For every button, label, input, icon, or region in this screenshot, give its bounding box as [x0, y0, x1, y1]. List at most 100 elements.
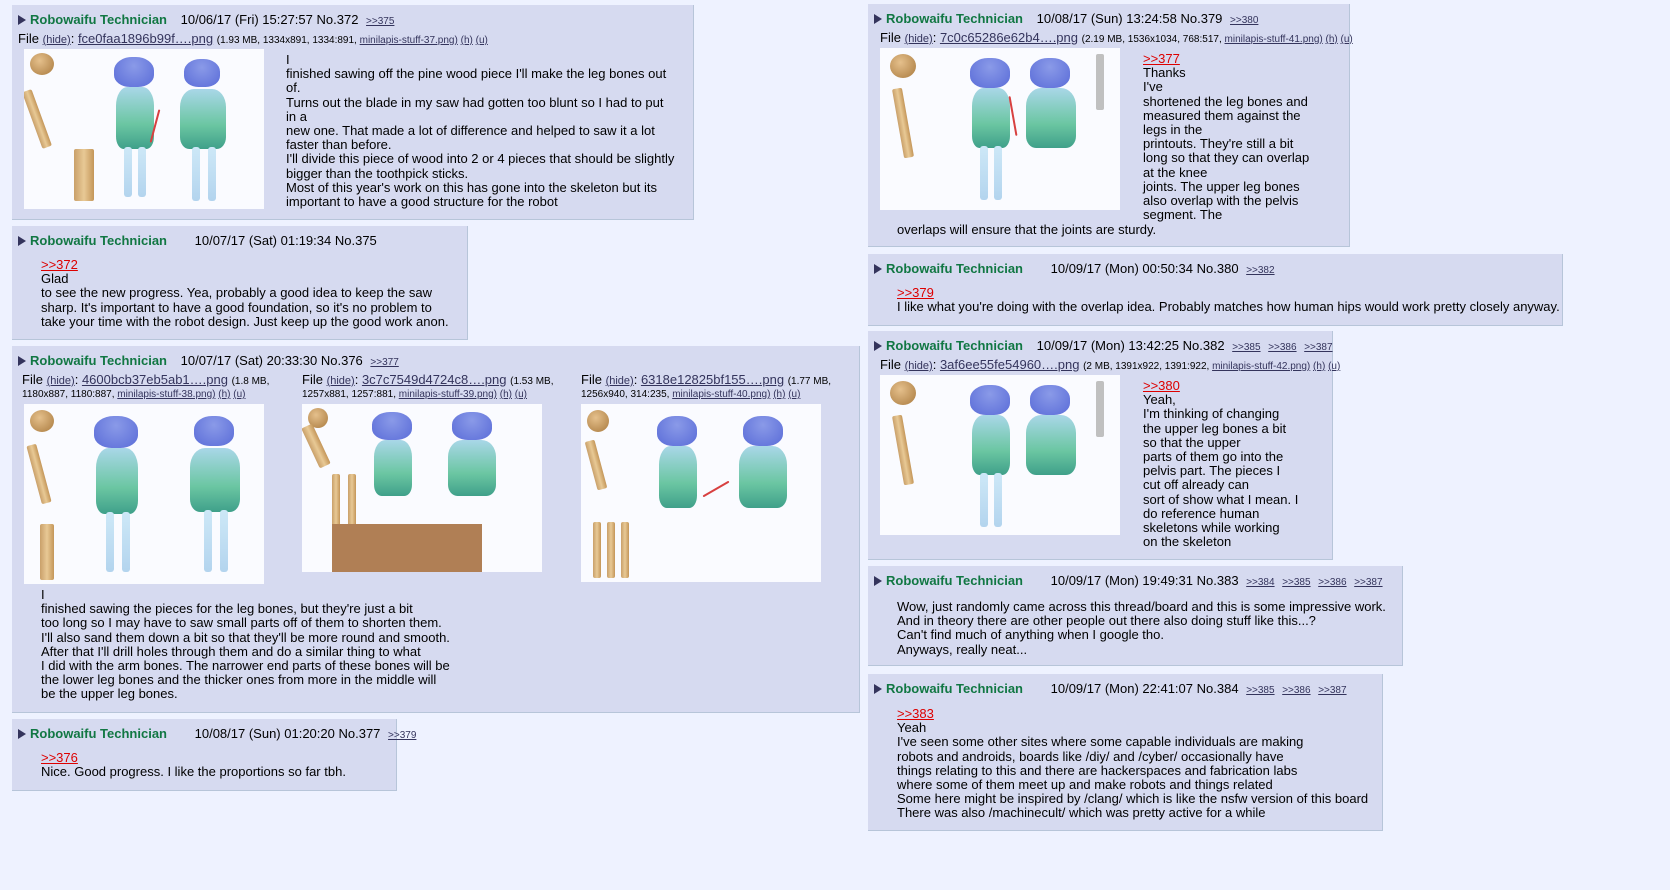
post-menu-arrow-icon[interactable]: [874, 264, 882, 274]
u-link[interactable]: (u): [515, 389, 527, 400]
u-link[interactable]: (u): [1328, 361, 1340, 372]
hide-file-link[interactable]: (hide): [43, 34, 71, 46]
image-thumbnail[interactable]: [880, 375, 1120, 535]
poster-name: Robowaifu Technician: [886, 338, 1023, 353]
post-date: 10/07/17 (Sat) 20:33:30: [180, 353, 318, 368]
post-number[interactable]: No.383: [1197, 573, 1239, 588]
hide-file-link[interactable]: (hide): [606, 375, 634, 387]
backlink[interactable]: >>380: [1230, 15, 1258, 26]
image-thumbnail[interactable]: [302, 404, 542, 572]
h-link[interactable]: (h): [500, 389, 512, 400]
hide-file-link[interactable]: (hide): [905, 33, 933, 45]
post-menu-arrow-icon[interactable]: [874, 341, 882, 351]
wood-head-icon: [30, 53, 54, 75]
post-375: Robowaifu Technician 10/07/17 (Sat) 01:1…: [12, 226, 468, 340]
backlink[interactable]: >>377: [370, 357, 398, 368]
u-link[interactable]: (u): [1341, 34, 1353, 45]
post-date: 10/06/17 (Fri) 15:27:57: [180, 12, 313, 27]
h-link[interactable]: (h): [218, 389, 230, 400]
post-message: I finished sawing off the pine wood piec…: [286, 52, 675, 210]
backlink[interactable]: >>379: [388, 730, 416, 741]
post-date: 10/09/17 (Mon) 19:49:31: [1050, 573, 1194, 588]
backlink[interactable]: >>387: [1318, 685, 1346, 696]
file-meta: (1.93 MB, 1334x891, 1334:891, minilapis-…: [216, 35, 488, 46]
post-menu-arrow-icon[interactable]: [18, 15, 26, 25]
post-header: Robowaifu Technician 10/08/17 (Sun) 13:2…: [874, 10, 1339, 28]
h-link[interactable]: (h): [773, 389, 785, 400]
h-link[interactable]: (h): [1326, 34, 1338, 45]
post-number[interactable]: No.375: [335, 233, 377, 248]
image-thumbnail[interactable]: [24, 404, 264, 584]
post-date: 10/09/17 (Mon) 13:42:25: [1036, 338, 1180, 353]
original-filename-link[interactable]: minilapis-stuff-41.png): [1225, 34, 1323, 45]
post-date: 10/09/17 (Mon) 22:41:07: [1050, 681, 1194, 696]
file-link[interactable]: 6318e12825bf155….png: [641, 372, 784, 387]
original-filename-link[interactable]: minilapis-stuff-40.png): [672, 389, 770, 400]
file-link[interactable]: 3c7c7549d4724c8….png: [362, 372, 507, 387]
poster-name: Robowaifu Technician: [30, 12, 167, 27]
poster-name: Robowaifu Technician: [886, 11, 1023, 26]
post-number[interactable]: No.384: [1197, 681, 1239, 696]
u-link[interactable]: (u): [476, 35, 488, 46]
post-number[interactable]: No.382: [1183, 338, 1225, 353]
poster-name: Robowaifu Technician: [886, 573, 1023, 588]
post-372: Robowaifu Technician 10/06/17 (Fri) 15:2…: [12, 5, 694, 220]
u-link[interactable]: (u): [788, 389, 800, 400]
backlink[interactable]: >>386: [1282, 685, 1310, 696]
file-info: File (hide): 7c0c65286e62b4….png (2.19 M…: [880, 30, 1353, 45]
backlink[interactable]: >>385: [1232, 342, 1260, 353]
h-link[interactable]: (h): [461, 35, 473, 46]
hide-file-link[interactable]: (hide): [47, 375, 75, 387]
file-link[interactable]: fce0faa1896b99f….png: [78, 31, 213, 46]
image-thumbnail[interactable]: [24, 49, 264, 209]
file-link[interactable]: 4600bcb37eb5ab1….png: [82, 372, 228, 387]
original-filename-link[interactable]: minilapis-stuff-39.png): [399, 389, 497, 400]
post-menu-arrow-icon[interactable]: [874, 14, 882, 24]
u-link[interactable]: (u): [233, 389, 245, 400]
image-thumbnail[interactable]: [581, 404, 821, 582]
file-link[interactable]: 7c0c65286e62b4….png: [940, 30, 1078, 45]
backlink[interactable]: >>385: [1246, 685, 1274, 696]
post-header: Robowaifu Technician 10/09/17 (Mon) 13:4…: [874, 337, 1333, 355]
quote-link[interactable]: >>383: [897, 706, 1368, 721]
quote-link[interactable]: >>372: [41, 257, 449, 272]
file-info: File (hide): 4600bcb37eb5ab1….png (1.8 M…: [22, 372, 270, 400]
post-number[interactable]: No.372: [317, 12, 359, 27]
post-menu-arrow-icon[interactable]: [18, 236, 26, 246]
original-filename-link[interactable]: minilapis-stuff-38.png): [117, 389, 215, 400]
post-number[interactable]: No.379: [1180, 11, 1222, 26]
hide-file-link[interactable]: (hide): [327, 375, 355, 387]
backlink[interactable]: >>387: [1304, 342, 1332, 353]
h-link[interactable]: (h): [1313, 361, 1325, 372]
image-thumbnail[interactable]: [880, 48, 1120, 210]
post-menu-arrow-icon[interactable]: [18, 729, 26, 739]
post-number[interactable]: No.380: [1197, 261, 1239, 276]
post-menu-arrow-icon[interactable]: [18, 356, 26, 366]
post-menu-arrow-icon[interactable]: [874, 576, 882, 586]
post-message: >>380 Yeah, I'm thinking of changing the …: [1143, 378, 1299, 550]
hide-file-link[interactable]: (hide): [905, 360, 933, 372]
backlink[interactable]: >>385: [1282, 577, 1310, 588]
file-info: File (hide): 3af6ee55fe54960….png (2 MB,…: [880, 357, 1341, 372]
original-filename-link[interactable]: minilapis-stuff-37.png): [360, 35, 458, 46]
original-filename-link[interactable]: minilapis-stuff-42.png): [1212, 361, 1310, 372]
post-menu-arrow-icon[interactable]: [874, 684, 882, 694]
backlink[interactable]: >>386: [1318, 577, 1346, 588]
quote-link[interactable]: >>380: [1143, 378, 1298, 393]
file-label: File: [18, 31, 39, 46]
post-number[interactable]: No.377: [338, 726, 380, 741]
post-date: 10/09/17 (Mon) 00:50:34: [1050, 261, 1194, 276]
quote-link[interactable]: >>376: [41, 750, 346, 765]
backlink[interactable]: >>387: [1354, 577, 1382, 588]
quote-link[interactable]: >>377: [1143, 51, 1309, 66]
backlink[interactable]: >>386: [1268, 342, 1296, 353]
backlink[interactable]: >>384: [1246, 577, 1274, 588]
post-number[interactable]: No.376: [321, 353, 363, 368]
file-link[interactable]: 3af6ee55fe54960….png: [940, 357, 1080, 372]
poster-name: Robowaifu Technician: [30, 233, 167, 248]
backlink[interactable]: >>375: [366, 16, 394, 27]
post-message: >>383 Yeah I've seen some other sites wh…: [897, 706, 1369, 821]
post-382: Robowaifu Technician 10/09/17 (Mon) 13:4…: [868, 331, 1341, 560]
quote-link[interactable]: >>379: [897, 285, 1560, 300]
backlink[interactable]: >>382: [1246, 265, 1274, 276]
